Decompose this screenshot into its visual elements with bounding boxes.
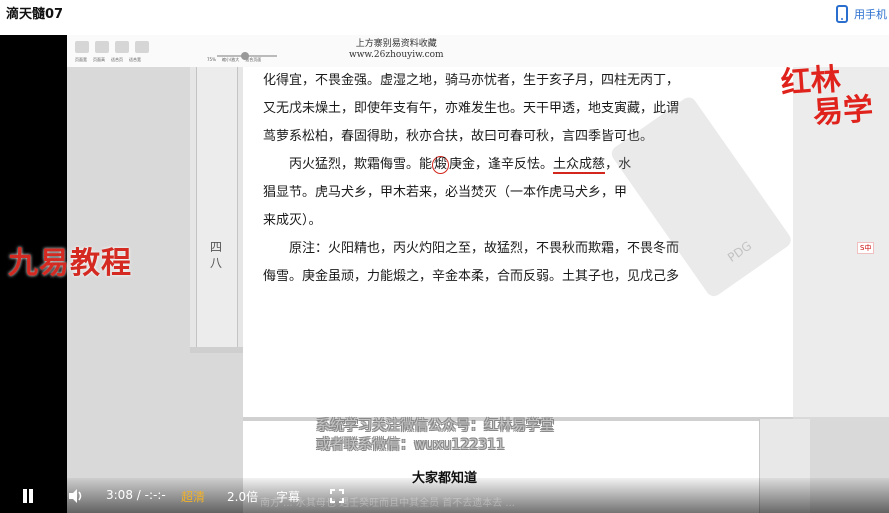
page-left-margin: 四 八: [190, 67, 244, 353]
pdf-toolbar: 页面宽 页面高 适合页 适合宽 75% 缩小/放大 适合页面 上方寨别易资料收藏…: [67, 35, 889, 67]
playback-time: 3:08 / -:-:-: [106, 488, 166, 502]
caption-button[interactable]: 字幕: [276, 488, 300, 505]
quality-button[interactable]: 超清: [181, 488, 205, 505]
wechat-overlay-2: 或者联系微信：wuxu122311: [316, 437, 505, 453]
video-player[interactable]: 页面宽 页面高 适合页 适合宽 75% 缩小/放大 适合页面 上方寨别易资料收藏…: [0, 35, 889, 513]
pause-button[interactable]: [21, 489, 35, 503]
wechat-overlay-1: 系统学习关注微信公众号：红林易学堂: [316, 418, 554, 434]
underlined-phrase: 土众成慈: [553, 157, 606, 174]
page-number: 四 八: [209, 240, 222, 270]
video-title: 滴天髓07: [6, 7, 64, 22]
player-controls: 南方 ... 水其母也 遇壬癸旺而且中其全员 首不去遗本去 ... 3:08 /…: [0, 478, 889, 513]
fullscreen-icon[interactable]: [330, 489, 344, 503]
zoom-slider: [217, 52, 277, 60]
phone-link-label: 用手机: [854, 8, 887, 21]
site-watermark: 上方寨别易资料收藏 www.26zhouyiw.com: [349, 39, 444, 60]
toolbar-labels: 页面宽 页面高 适合页 适合宽 75% 缩小/放大 适合页面: [75, 57, 262, 62]
speed-button[interactable]: 2.0倍: [227, 488, 258, 505]
note-line: 侮雪。庚金虽顽，力能煅之，辛金本柔，合而反弱。土其子也，见戊己多: [263, 269, 680, 284]
title-bar: 滴天髓07 用手机: [0, 0, 889, 35]
watch-on-phone-link[interactable]: 用手机: [836, 3, 887, 25]
brand-watermark: 九易教程: [8, 246, 132, 281]
circled-char: 煅: [432, 156, 450, 174]
phone-icon: [836, 5, 848, 23]
volume-icon[interactable]: [67, 487, 85, 505]
hongrin-logo-watermark: 红林 易学: [779, 62, 875, 131]
text-line: 化得宜，不畏金强。虚湿之地，骑马亦忧者，生于亥子月，四柱无丙丁，: [263, 73, 680, 88]
input-method-badge: S中: [857, 242, 875, 254]
